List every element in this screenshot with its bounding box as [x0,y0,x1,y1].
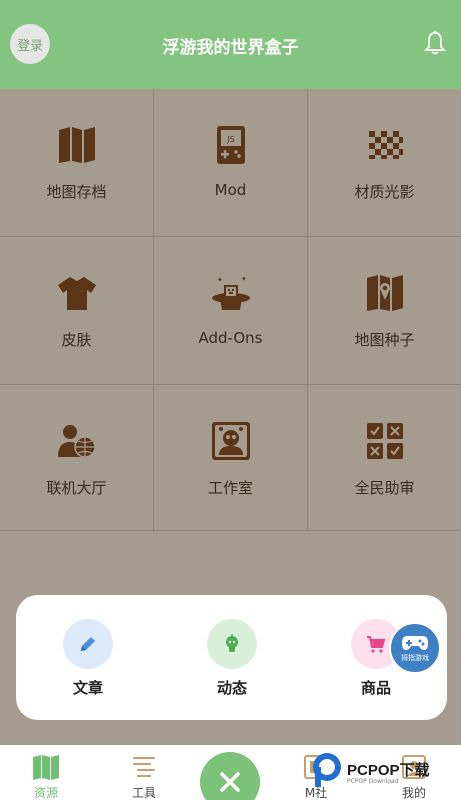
tab-resources[interactable]: 资源 [11,745,81,800]
grid-divider [153,89,154,531]
publish-item-label: 文章 [72,679,103,697]
publish-item-label: 动态 [216,679,247,697]
svg-text:✦: ✦ [241,275,247,283]
map-icon [58,127,95,163]
tab-label: 资源 [33,786,58,800]
grid-item-skins[interactable]: 皮肤 [0,237,153,384]
resource-grid: 地图存档 JS Mod 材质光影 皮肤 ✦ ✦ Add-Ons 地图种子 联机大… [0,89,461,531]
publish-item-label: 商品 [360,679,391,697]
close-icon [220,772,240,792]
grid-item-label: 皮肤 [61,331,92,349]
moment-icon-circle [207,619,257,669]
grid-item-map-archive[interactable]: 地图存档 [0,89,153,236]
grid-item-label: 地图存档 [46,183,107,201]
tools-icon [133,757,155,777]
multiplayer-icon [57,425,96,458]
article-icon-circle [63,619,113,669]
pcpop-watermark: PCPOP下载 PCPOP Download [309,751,457,795]
grid-item-label: 材质光影 [354,183,415,201]
page-title: 浮游我的世界盒子 [162,38,299,58]
watermark-subtext: PCPOP Download [347,778,399,785]
svg-text:JS: JS [226,135,234,144]
studio-icon [211,422,250,460]
grid-item-addons[interactable]: ✦ ✦ Add-Ons [154,237,307,384]
grid-divider [0,384,461,385]
tab-label: 工具 [131,786,156,800]
bulb-icon [226,634,238,652]
pencil-icon [81,637,95,651]
map-icon [33,755,59,780]
grid-item-multiplayer-lobby[interactable]: 联机大厅 [0,385,153,532]
publish-article-button[interactable]: 文章 [38,619,138,709]
bell-icon[interactable] [424,30,446,56]
grid-item-label: 联机大厅 [46,479,107,497]
publish-popup: 文章 动态 商品 [16,595,447,720]
grid-divider [307,89,308,531]
publish-moment-button[interactable]: 动态 [182,619,282,709]
grid-item-label: Mod [214,181,247,199]
tab-tools[interactable]: 工具 [109,745,179,800]
app-header: 登录 浮游我的世界盒子 [0,0,461,89]
grid-item-label: Add-Ons [198,329,263,347]
magic-hat-icon: ✦ ✦ [211,275,250,310]
grid-item-label: 工作室 [207,479,253,497]
watermark-text: PCPOP下载 [347,762,430,779]
thumb-game-float-button[interactable]: 拇指游戏 [389,622,441,674]
float-game-label: 拇指游戏 [401,653,429,662]
game-console-icon: JS [216,126,245,164]
map-pin-icon [366,275,403,311]
gamepad-icon [402,635,428,650]
svg-text:✦: ✦ [217,276,223,284]
cart-icon [367,636,386,653]
grid-divider [0,236,461,237]
grid-item-map-seeds[interactable]: 地图种子 [308,237,461,384]
grid-item-review[interactable]: 全民助审 [308,385,461,532]
grid-item-label: 地图种子 [354,331,415,349]
grid-divider [0,530,461,531]
grid-item-mod[interactable]: JS Mod [154,89,307,236]
shirt-icon [57,277,96,310]
grid-item-studio[interactable]: 工作室 [154,385,307,532]
grid-item-textures[interactable]: 材质光影 [308,89,461,236]
grid-item-label: 全民助审 [354,479,415,497]
pcpop-logo-icon [313,753,341,787]
checkerboard-icon [368,131,403,159]
review-icon [366,423,403,459]
